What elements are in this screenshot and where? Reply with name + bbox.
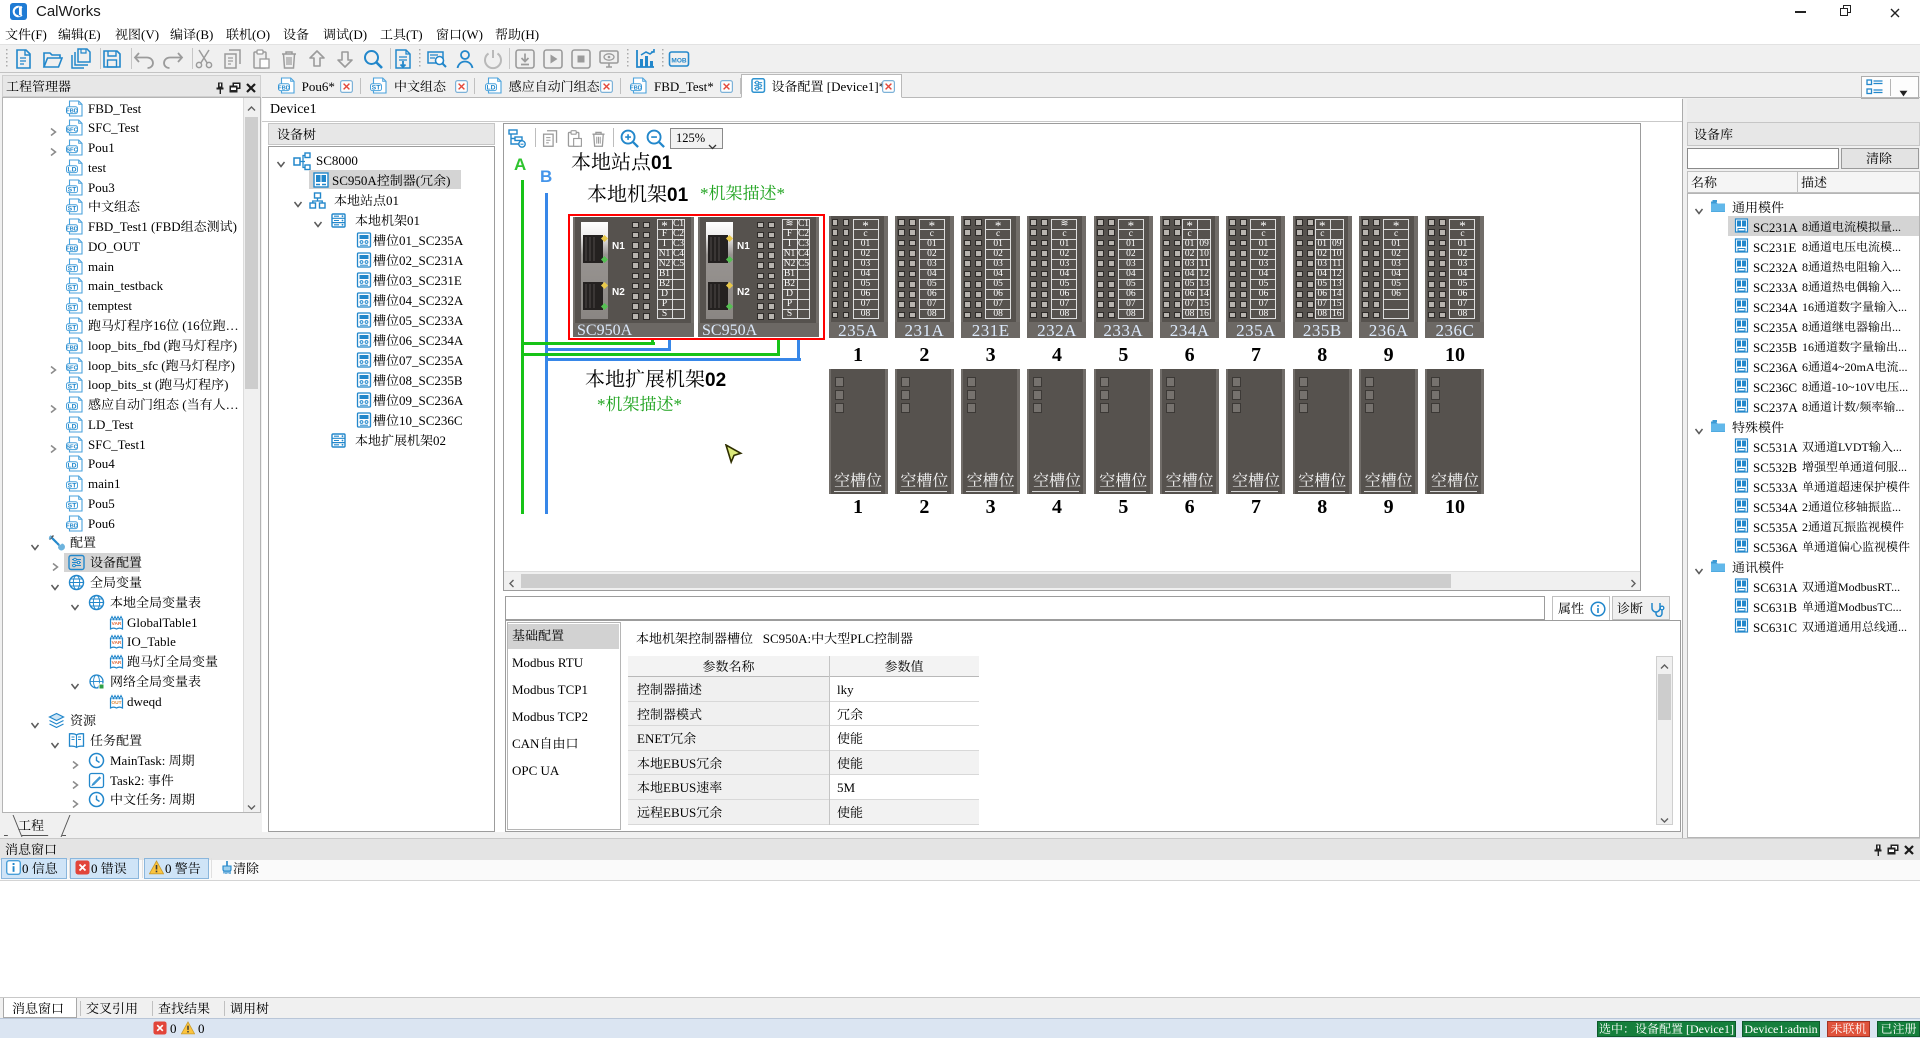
svg-text:FBD: FBD <box>278 85 290 91</box>
svg-text:ST: ST <box>68 186 78 193</box>
svg-text:LD: LD <box>67 403 76 410</box>
svg-text:ST: ST <box>68 206 78 213</box>
svg-text:ST: ST <box>68 502 78 509</box>
svg-text:FBD: FBD <box>66 227 78 233</box>
svg-text:VAR: VAR <box>112 660 122 666</box>
svg-text:SFC: SFC <box>66 365 78 371</box>
svg-text:LD: LD <box>67 463 76 470</box>
svg-text:FBD: FBD <box>66 246 78 252</box>
svg-text:LD: LD <box>67 423 76 430</box>
svg-text:ST: ST <box>68 285 78 292</box>
svg-text:ST: ST <box>372 84 382 91</box>
svg-text:ST: ST <box>68 324 78 331</box>
svg-text:MOB: MOB <box>671 58 686 65</box>
svg-text:ST: ST <box>68 483 78 490</box>
svg-text:ST: ST <box>68 305 78 312</box>
svg-text:FBD: FBD <box>66 523 78 529</box>
svg-text:LD: LD <box>486 84 495 91</box>
svg-text:SFC: SFC <box>66 128 78 134</box>
svg-text:FBD: FBD <box>66 108 78 114</box>
svg-text:FBD: FBD <box>630 85 642 91</box>
svg-text:SFC: SFC <box>66 147 78 153</box>
svg-text:OUT: OUT <box>111 700 121 706</box>
svg-text:ST: ST <box>68 384 78 391</box>
svg-text:LD: LD <box>67 166 76 173</box>
svg-text:ST: ST <box>68 265 78 272</box>
svg-text:VAR: VAR <box>112 640 122 646</box>
svg-text:FBD: FBD <box>66 345 78 351</box>
svg-text:SFC: SFC <box>66 444 78 450</box>
svg-text:VAR: VAR <box>112 621 122 627</box>
